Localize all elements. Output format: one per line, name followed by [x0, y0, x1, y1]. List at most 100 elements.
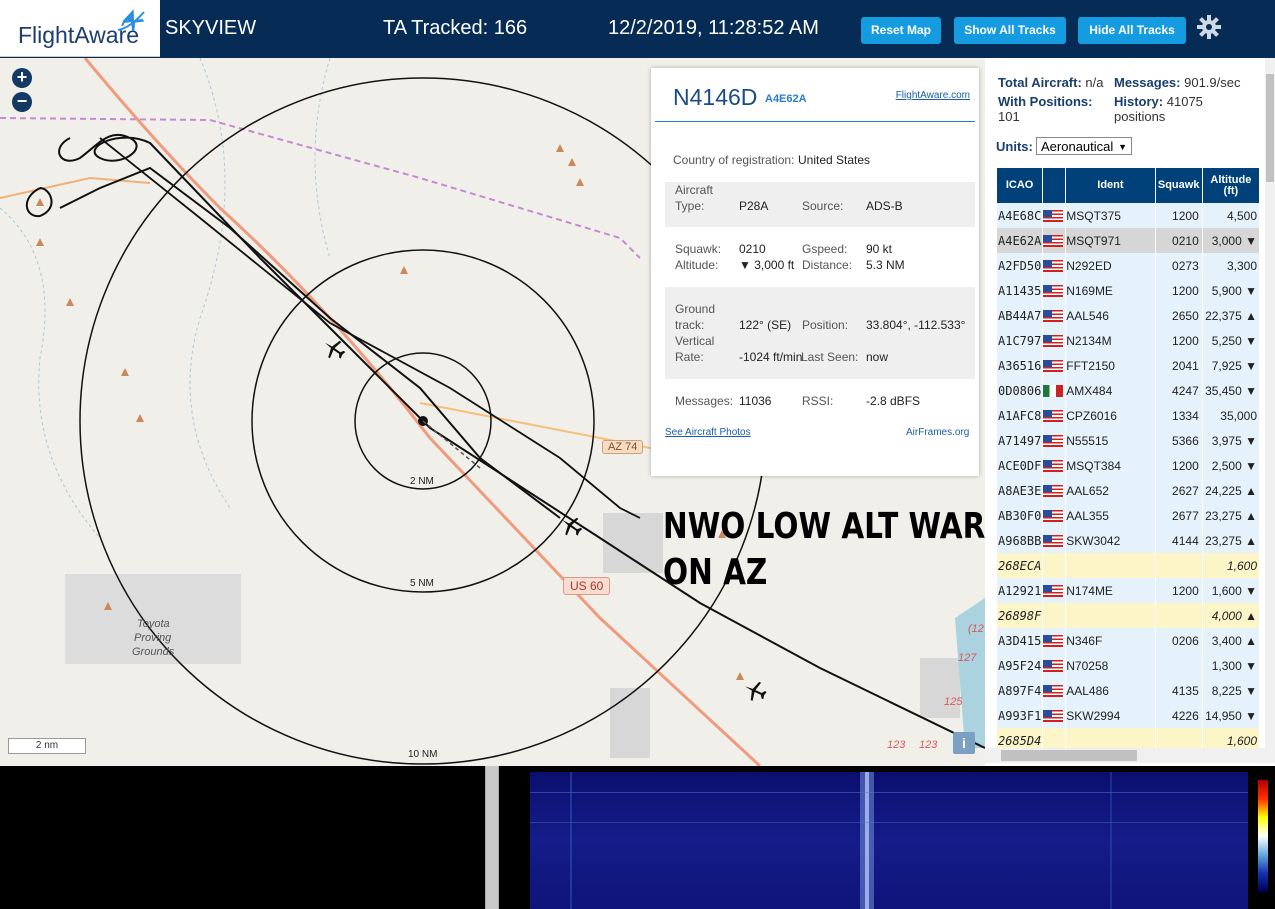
zoom-in-button[interactable]: +: [12, 68, 32, 88]
table-row[interactable]: AB30F0 AAL355 2677 23,275 ▲: [997, 503, 1259, 528]
us-flag-icon: [1043, 685, 1064, 698]
table-row[interactable]: A11435 N169ME 1200 5,900 ▼: [997, 278, 1259, 303]
column-header-altitude[interactable]: Altitude (ft): [1202, 168, 1259, 203]
popup-registration: N4146D: [673, 84, 758, 110]
altitude-value: ▼ 3,000 ft: [739, 258, 795, 272]
cell-flag: [1043, 578, 1066, 603]
road-label: 125: [944, 696, 963, 708]
column-header-squawk[interactable]: Squawk: [1155, 168, 1202, 203]
info-button[interactable]: i: [953, 732, 975, 754]
aircraft-track[interactable]: [99, 137, 641, 519]
cell-squawk: 4247: [1155, 378, 1202, 403]
column-header-ident[interactable]: Ident: [1066, 168, 1155, 203]
cell-ident: CPZ6016: [1066, 403, 1155, 428]
units-select-value: Aeronautical: [1041, 139, 1114, 154]
urban-block: [920, 658, 960, 718]
messages-label: Messages:: [675, 394, 734, 408]
cell-flag: [1043, 228, 1066, 253]
cell-flag: [1043, 378, 1066, 403]
sidebar-vertical-scroll-thumb[interactable]: [1266, 74, 1274, 182]
cell-ident: MSQT384: [1066, 453, 1155, 478]
us-flag-icon: [1043, 335, 1064, 348]
source-label: Source:: [802, 199, 844, 213]
road-label: 127: [958, 652, 977, 664]
flightaware-logo[interactable]: FlightAware: [0, 0, 160, 57]
table-row[interactable]: A968BB SKW3042 4144 23,275 ▲: [997, 528, 1259, 553]
cell-altitude: 1,300 ▼: [1202, 653, 1259, 678]
messages-stat: Messages: 901.9/sec: [1114, 75, 1240, 90]
column-header-flag[interactable]: [1043, 168, 1066, 203]
table-row[interactable]: A36516 FFT2150 2041 7,925 ▼: [997, 353, 1259, 378]
aircraft-icon[interactable]: [559, 514, 583, 538]
country-value: United States: [798, 153, 871, 167]
road-label: 123: [887, 739, 906, 751]
table-row[interactable]: A993F1 SKW2994 4226 14,950 ▼: [997, 703, 1259, 728]
column-header-icao[interactable]: ICAO: [997, 168, 1043, 203]
hide-all-tracks-button[interactable]: Hide All Tracks: [1078, 17, 1186, 44]
cell-flag: [1043, 428, 1066, 453]
table-row[interactable]: A897F4 AAL486 4135 8,225 ▼: [997, 678, 1259, 703]
aircraft-icon[interactable]: [743, 679, 767, 703]
gspeed-value: 90 kt: [866, 242, 893, 256]
cell-ident: N346F: [1066, 628, 1155, 653]
table-row[interactable]: A1AFC8 CPZ6016 1334 35,000: [997, 403, 1259, 428]
table-row[interactable]: A8AE3E AAL652 2627 24,225 ▲: [997, 478, 1259, 503]
cell-icao: A12921: [997, 578, 1043, 603]
cell-altitude: 4,500: [1202, 203, 1259, 228]
cell-squawk: 5366: [1155, 428, 1202, 453]
table-row[interactable]: A4E62A MSQT971 0210 3,000 ▼: [997, 228, 1259, 253]
wash-path: [0, 207, 101, 539]
airframes-link[interactable]: AirFrames.org: [906, 427, 969, 438]
table-row[interactable]: 0D0806 AMX484 4247 35,450 ▼: [997, 378, 1259, 403]
last-seen-value: now: [866, 350, 889, 364]
source-value: ADS-B: [866, 199, 903, 213]
zoom-out-button[interactable]: −: [12, 92, 32, 112]
cell-altitude: 7,925 ▼: [1202, 353, 1259, 378]
distance-value: 5.3 NM: [866, 258, 905, 272]
table-row[interactable]: A95F24 N70258 1,300 ▼: [997, 653, 1259, 678]
table-row[interactable]: ACE0DF MSQT384 1200 2,500 ▼: [997, 453, 1259, 478]
table-row[interactable]: A2FD50 N292ED 0273 3,300: [997, 253, 1259, 278]
cell-squawk: [1155, 603, 1202, 628]
table-row[interactable]: A1C797 N2134M 1200 5,250 ▼: [997, 328, 1259, 353]
cell-squawk: 0210: [1155, 228, 1202, 253]
aircraft-photos-link[interactable]: See Aircraft Photos: [665, 427, 751, 438]
with-positions-label: With Positions:: [998, 94, 1093, 109]
with-positions-number: 101: [998, 109, 1020, 124]
show-all-tracks-button[interactable]: Show All Tracks: [954, 17, 1066, 44]
table-row[interactable]: 2685D4 1,600: [997, 728, 1259, 748]
us-flag-icon: [1043, 710, 1064, 723]
cell-altitude: 4,000 ▲: [1202, 603, 1259, 628]
panel-splitter[interactable]: [485, 766, 499, 909]
cell-flag: [1043, 278, 1066, 303]
cell-ident: AAL355: [1066, 503, 1155, 528]
position-value: 33.804°, -112.533°: [866, 318, 966, 332]
units-select[interactable]: Aeronautical ▼: [1036, 137, 1132, 155]
reset-map-button[interactable]: Reset Map: [861, 17, 941, 44]
cell-flag: [1043, 653, 1066, 678]
cell-altitude: 3,000 ▼: [1202, 228, 1259, 253]
dropdown-arrow-icon: ▼: [1118, 142, 1127, 152]
cell-icao: 0D0806: [997, 378, 1043, 403]
aircraft-table-container[interactable]: ICAO Ident Squawk Altitude (ft) A4E68C MS…: [996, 168, 1260, 748]
aircraft-icon[interactable]: [322, 337, 346, 361]
table-row[interactable]: A12921 N174ME 1200 1,600 ▼: [997, 578, 1259, 603]
table-row[interactable]: 26898F 4,000 ▲: [997, 603, 1259, 628]
us-flag-icon: [1043, 210, 1064, 223]
cell-altitude: 1,600: [1202, 728, 1259, 748]
table-row[interactable]: A3D415 N346F 0206 3,400 ▲: [997, 628, 1259, 653]
gear-icon[interactable]: [1196, 14, 1222, 40]
sidebar-horizontal-scroll-thumb[interactable]: [1001, 750, 1137, 761]
history-value: 41075: [1166, 94, 1203, 109]
cell-icao: A1AFC8: [997, 403, 1043, 428]
table-row[interactable]: 268ECA 1,600: [997, 553, 1259, 578]
aircraft-track[interactable]: [25, 166, 561, 519]
flightaware-link[interactable]: FlightAware.com: [896, 90, 970, 101]
table-row[interactable]: A4E68C MSQT375 1200 4,500: [997, 203, 1259, 228]
table-row[interactable]: A71497 N55515 5366 3,975 ▼: [997, 428, 1259, 453]
cell-squawk: [1155, 553, 1202, 578]
ring-label-2nm: 2 NM: [410, 476, 434, 487]
history-label: History:: [1114, 94, 1164, 109]
aircraft-type-label: Aircraft: [675, 183, 714, 197]
table-row[interactable]: AB44A7 AAL546 2650 22,375 ▲: [997, 303, 1259, 328]
